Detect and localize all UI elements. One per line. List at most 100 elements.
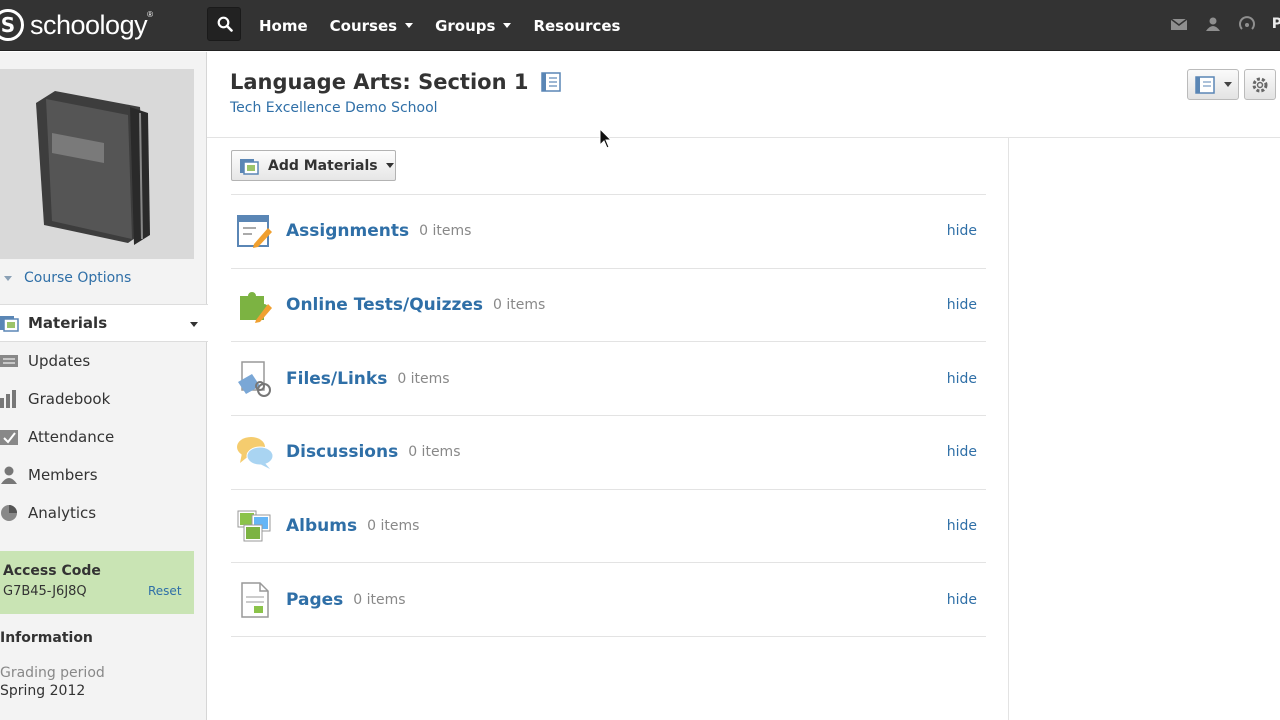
view-options-button[interactable] xyxy=(1187,69,1239,100)
sidebar-item-label: Materials xyxy=(28,314,108,332)
chevron-down-icon xyxy=(405,23,414,28)
notebook-icon xyxy=(1195,75,1215,94)
add-materials-icon xyxy=(240,158,259,175)
add-materials-label: Add Materials xyxy=(268,157,378,174)
book-icon xyxy=(36,91,150,245)
list-item: Pages 0 items hide xyxy=(231,563,986,638)
nav-resources[interactable]: Resources xyxy=(533,17,620,35)
school-link[interactable]: Tech Excellence Demo School xyxy=(230,100,438,116)
discussion-bubbles-icon xyxy=(237,437,274,470)
access-code-reset-link[interactable]: Reset xyxy=(148,584,182,598)
course-options-toggle[interactable]: Course Options xyxy=(4,270,131,286)
course-materials-icon[interactable] xyxy=(540,72,562,92)
item-count: 0 items xyxy=(397,370,450,387)
item-count: 0 items xyxy=(493,297,546,314)
notifications-icon[interactable] xyxy=(1238,16,1256,32)
nav-resources-label: Resources xyxy=(533,16,621,35)
course-toolbar xyxy=(1187,69,1280,100)
information-heading: Information xyxy=(0,630,93,646)
page-title: Language Arts: Section 1 xyxy=(230,70,562,94)
sidebar-item-materials[interactable]: Materials xyxy=(0,304,208,342)
chevron-down-icon xyxy=(503,23,512,28)
hide-link[interactable]: hide xyxy=(947,371,977,387)
course-options-label: Course Options xyxy=(24,270,132,286)
user-menu[interactable]: P xyxy=(1272,16,1280,32)
online-tests-quizzes-link[interactable]: Online Tests/Quizzes xyxy=(286,295,483,315)
chevron-down-icon xyxy=(1224,82,1232,87)
grading-period-label: Grading period xyxy=(0,665,105,681)
sidebar-item-gradebook[interactable]: Gradebook xyxy=(0,380,207,418)
item-count: 0 items xyxy=(367,518,420,535)
assignment-icon xyxy=(237,215,272,249)
assignments-link[interactable]: Assignments xyxy=(286,221,409,241)
sidebar-item-label: Attendance xyxy=(28,428,115,446)
nav-courses[interactable]: Courses xyxy=(329,16,414,35)
left-sidebar: Course Options Materials Updates Gradebo… xyxy=(0,52,208,720)
sidebar-item-label: Gradebook xyxy=(28,390,111,408)
course-nav: Materials Updates Gradebook Attendance M… xyxy=(0,304,208,532)
right-column-divider xyxy=(1008,138,1009,720)
hide-link[interactable]: hide xyxy=(947,444,977,460)
attendance-icon xyxy=(0,430,18,445)
item-count: 0 items xyxy=(408,444,461,461)
item-count: 0 items xyxy=(353,591,406,608)
sidebar-item-label: Updates xyxy=(28,352,91,370)
nav-groups[interactable]: Groups xyxy=(435,16,512,35)
albums-icon xyxy=(237,510,271,542)
materials-list: Assignments 0 items hide Online Tests/Qu… xyxy=(231,194,986,638)
updates-icon xyxy=(0,355,18,367)
page-icon xyxy=(241,582,269,618)
chevron-down-icon xyxy=(4,275,12,281)
settings-button[interactable] xyxy=(1244,69,1276,100)
nav-courses-label: Courses xyxy=(329,16,398,35)
hide-link[interactable]: hide xyxy=(947,297,977,313)
logo-mark: S xyxy=(0,9,24,41)
sidebar-item-analytics[interactable]: Analytics xyxy=(0,494,207,532)
header-divider xyxy=(207,137,1280,138)
access-code-box: Access Code G7B45-J6J8Q Reset xyxy=(0,551,194,614)
list-item: Files/Links 0 items hide xyxy=(231,342,986,417)
list-item: Online Tests/Quizzes 0 items hide xyxy=(231,269,986,343)
nav-home-label: Home xyxy=(259,16,308,35)
item-count: 0 items xyxy=(419,223,472,240)
mail-icon[interactable] xyxy=(1170,16,1188,32)
requests-icon[interactable] xyxy=(1204,16,1222,32)
sidebar-item-attendance[interactable]: Attendance xyxy=(0,418,207,456)
access-code-title: Access Code xyxy=(3,563,101,579)
sidebar-item-updates[interactable]: Updates xyxy=(0,342,207,380)
sidebar-item-label: Members xyxy=(28,466,98,484)
albums-link[interactable]: Albums xyxy=(286,516,357,536)
top-navigation-bar: S schoology® Home Courses Groups Resourc… xyxy=(0,0,1280,51)
list-item: Discussions 0 items hide xyxy=(231,416,986,490)
pages-link[interactable]: Pages xyxy=(286,590,343,610)
search-button[interactable] xyxy=(207,7,241,41)
search-icon xyxy=(217,16,233,32)
nav-groups-label: Groups xyxy=(435,16,496,35)
schoology-logo[interactable]: S schoology® xyxy=(0,7,153,43)
hide-link[interactable]: hide xyxy=(947,223,977,239)
files-links-icon xyxy=(238,360,271,397)
materials-icon xyxy=(0,316,19,332)
analytics-icon xyxy=(1,505,17,521)
hide-link[interactable]: hide xyxy=(947,592,977,608)
list-item: Albums 0 items hide xyxy=(231,490,986,564)
sidebar-item-members[interactable]: Members xyxy=(0,456,207,494)
mouse-cursor-icon xyxy=(599,128,613,149)
course-profile-picture xyxy=(0,69,194,259)
course-title-text: Language Arts: Section 1 xyxy=(230,70,529,94)
gradebook-icon xyxy=(0,390,16,408)
chevron-down-icon xyxy=(385,163,394,168)
nav-home[interactable]: Home xyxy=(259,17,308,35)
files-links-link[interactable]: Files/Links xyxy=(286,369,387,389)
access-code-value: G7B45-J6J8Q xyxy=(3,584,87,599)
sidebar-item-label: Analytics xyxy=(28,504,97,522)
quiz-puzzle-icon xyxy=(240,292,272,324)
add-materials-button[interactable]: Add Materials xyxy=(231,150,396,181)
grading-period-value: Spring 2012 xyxy=(0,683,86,699)
hide-link[interactable]: hide xyxy=(947,518,977,534)
chevron-down-icon[interactable] xyxy=(190,322,198,327)
header-right-icons: P xyxy=(1170,16,1280,32)
main-nav: Home Courses Groups Resources xyxy=(259,0,642,51)
gear-icon xyxy=(1252,77,1268,92)
discussions-link[interactable]: Discussions xyxy=(286,442,398,462)
